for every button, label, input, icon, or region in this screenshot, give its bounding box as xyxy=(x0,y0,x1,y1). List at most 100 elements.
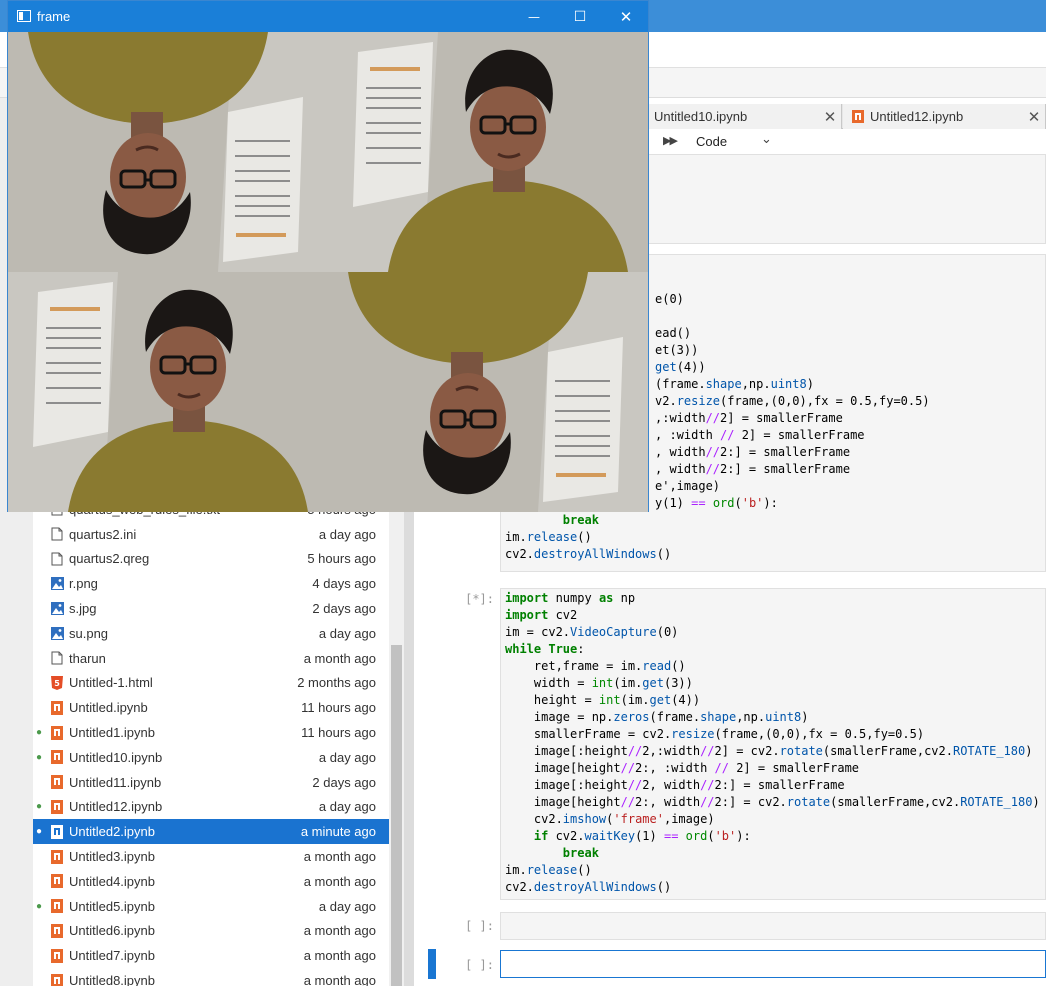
file-modified: 11 hours ago xyxy=(301,700,376,716)
file-icon xyxy=(45,651,69,665)
file-modified: a month ago xyxy=(303,849,376,865)
file-row[interactable]: Untitled3.ipynb a month ago xyxy=(33,844,389,869)
notebook-icon xyxy=(45,824,69,839)
file-name: Untitled5.ipynb xyxy=(69,898,155,914)
close-button[interactable]: ✕ xyxy=(603,1,649,32)
file-name: Untitled8.ipynb xyxy=(69,973,155,986)
file-row[interactable]: su.png a day ago xyxy=(33,621,389,646)
file-modified: 11 hours ago xyxy=(301,725,376,741)
file-row[interactable]: tharun a month ago xyxy=(33,646,389,671)
active-cell-indicator xyxy=(428,949,436,979)
file-name: Untitled4.ipynb xyxy=(69,873,155,889)
file-row[interactable]: 5 Untitled-1.html 2 months ago xyxy=(33,671,389,696)
run-all-icon[interactable]: ▶▶ xyxy=(663,134,678,147)
code-cell[interactable]: import numpy as np import cv2 im = cv2.V… xyxy=(500,588,1046,900)
scrollbar-thumb[interactable] xyxy=(391,645,402,986)
file-name: Untitled7.ipynb xyxy=(69,948,155,964)
html-icon: 5 xyxy=(45,675,69,690)
tab-label: Untitled10.ipynb xyxy=(654,109,748,124)
close-icon[interactable]: ✕ xyxy=(819,108,841,126)
file-name: quartus2.ini xyxy=(69,526,137,542)
cell-type-select[interactable]: Code xyxy=(696,134,727,149)
notebook-icon xyxy=(45,700,69,715)
notebook-icon xyxy=(45,874,69,889)
file-name: tharun xyxy=(69,650,106,666)
file-row[interactable]: Untitled6.ipynb a month ago xyxy=(33,919,389,944)
file-name: Untitled-1.html xyxy=(69,675,153,691)
file-row[interactable]: Untitled4.ipynb a month ago xyxy=(33,869,389,894)
file-name: Untitled1.ipynb xyxy=(69,725,155,741)
file-name: s.jpg xyxy=(69,601,97,617)
file-modified: 2 months ago xyxy=(297,675,376,691)
minimize-button[interactable]: — xyxy=(511,1,557,32)
file-modified: a day ago xyxy=(318,898,376,914)
file-row[interactable]: r.png 4 days ago xyxy=(33,571,389,596)
notebook-icon xyxy=(45,725,69,740)
code-cell-empty[interactable] xyxy=(500,912,1046,940)
running-indicator: ● xyxy=(35,900,43,912)
file-name: Untitled3.ipynb xyxy=(69,849,155,865)
tab-untitled12[interactable]: Untitled12.ipynb ✕ xyxy=(843,104,1046,129)
file-modified: a month ago xyxy=(303,948,376,964)
window-app-icon xyxy=(17,10,31,22)
file-modified: 2 days ago xyxy=(312,601,376,617)
svg-text:5: 5 xyxy=(54,679,60,688)
file-modified: a month ago xyxy=(303,873,376,889)
file-modified: a day ago xyxy=(318,749,376,765)
video-frame-canvas xyxy=(8,32,648,512)
cell-code[interactable]: import numpy as np import cv2 im = cv2.V… xyxy=(501,589,1045,896)
file-row[interactable]: ● Untitled12.ipynb a day ago xyxy=(33,795,389,820)
notebook-icon xyxy=(45,899,69,914)
file-row[interactable]: ● Untitled2.ipynb a minute ago xyxy=(33,819,389,845)
file-modified: a day ago xyxy=(318,526,376,542)
notebook-icon xyxy=(852,110,864,123)
notebook-icon xyxy=(45,948,69,963)
image-icon xyxy=(45,577,69,591)
file-row[interactable]: Untitled11.ipynb 2 days ago xyxy=(33,770,389,795)
running-indicator: ● xyxy=(35,727,43,739)
cell-prompt: [ ]: xyxy=(465,958,494,972)
file-row[interactable]: Untitled7.ipynb a month ago xyxy=(33,943,389,968)
file-name: su.png xyxy=(69,625,109,641)
image-icon xyxy=(45,602,69,616)
file-modified: a minute ago xyxy=(300,824,376,840)
file-name: Untitled6.ipynb xyxy=(69,923,155,939)
file-row[interactable]: quartus2.ini a day ago xyxy=(33,522,389,547)
file-modified: 4 days ago xyxy=(312,576,376,592)
file-modified: a month ago xyxy=(303,923,376,939)
window-titlebar[interactable]: frame — ☐ ✕ xyxy=(8,1,648,32)
file-name: Untitled10.ipynb xyxy=(69,749,163,765)
running-indicator: ● xyxy=(35,801,43,813)
file-row[interactable]: Untitled8.ipynb a month ago xyxy=(33,968,389,986)
close-icon[interactable]: ✕ xyxy=(1023,108,1045,126)
tab-label: Untitled12.ipynb xyxy=(870,109,964,124)
notebook-icon xyxy=(45,973,69,986)
file-row[interactable]: Untitled.ipynb 11 hours ago xyxy=(33,695,389,720)
notebook-icon xyxy=(45,849,69,864)
file-icon xyxy=(45,552,69,566)
file-name: Untitled11.ipynb xyxy=(69,774,162,790)
file-row[interactable]: ● Untitled10.ipynb a day ago xyxy=(33,745,389,770)
file-row[interactable]: ● Untitled5.ipynb a day ago xyxy=(33,894,389,919)
frame-quadrant-top-right xyxy=(328,32,648,272)
frame-quadrant-bottom-left xyxy=(8,272,328,512)
file-row[interactable]: quartus2.qreg 5 hours ago xyxy=(33,547,389,572)
frame-quadrant-bottom-right xyxy=(328,272,648,512)
tab-untitled10[interactable]: Untitled10.ipynb ✕ xyxy=(646,104,842,129)
opencv-window: frame — ☐ ✕ xyxy=(7,0,649,512)
frame-quadrant-top-left xyxy=(8,32,328,272)
active-code-cell[interactable] xyxy=(500,950,1046,978)
file-name: quartus2.qreg xyxy=(69,551,150,567)
running-indicator: ● xyxy=(35,751,43,763)
file-modified: a day ago xyxy=(318,625,376,641)
maximize-button[interactable]: ☐ xyxy=(557,1,603,32)
notebook-icon xyxy=(45,775,69,790)
running-indicator: ● xyxy=(35,826,43,838)
chevron-down-icon[interactable]: ⌄ xyxy=(761,132,772,147)
file-row[interactable]: ● Untitled1.ipynb 11 hours ago xyxy=(33,720,389,745)
window-title: frame xyxy=(37,9,71,24)
file-browser: quartus_web_rules_file.txt5 hours agoqua… xyxy=(33,500,389,986)
cell-prompt: [*]: xyxy=(465,592,494,606)
file-row[interactable]: s.jpg 2 days ago xyxy=(33,596,389,621)
file-icon xyxy=(45,527,69,541)
